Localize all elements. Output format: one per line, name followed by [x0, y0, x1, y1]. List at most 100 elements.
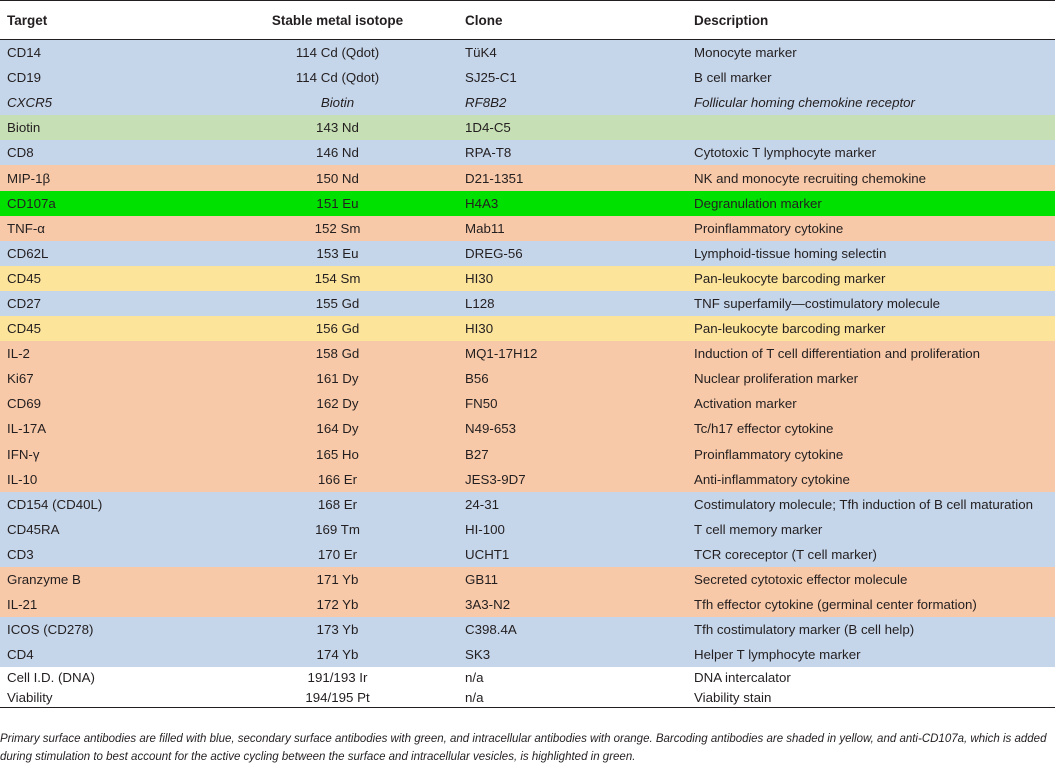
cell-target: IL-10: [0, 466, 217, 492]
cell-clone: FN50: [458, 391, 687, 417]
table-row: CD107a 151 Eu H4A3 Degranulation marker: [0, 190, 1055, 216]
cell-clone: C398.4A: [458, 617, 687, 643]
cell-target: Cell I.D. (DNA): [0, 667, 217, 688]
cell-description: TNF superfamily—costimulatory molecule: [687, 290, 1055, 317]
cell-isotope: 143 Nd: [217, 115, 458, 141]
cell-target: CD14: [0, 39, 217, 66]
cell-description: Nuclear proliferation marker: [687, 366, 1055, 392]
table-row: CD4 174 Yb SK3 Helper T lymphocyte marker: [0, 642, 1055, 668]
table-row: CD27 155 Gd L128 TNF superfamily—costimulat…: [0, 290, 1055, 317]
cell-isotope: 168 Er: [217, 491, 458, 517]
cell-clone: RF8B2: [458, 90, 687, 116]
cell-description: [687, 115, 1055, 141]
cell-clone: DREG-56: [458, 240, 687, 266]
cell-target: TNF-α: [0, 215, 217, 241]
cell-description: Tfh costimulatory marker (B cell help): [687, 617, 1055, 643]
table-row: CD14 114 Cd (Qdot) TüK4 Monocyte marker: [0, 39, 1055, 66]
cell-target: Ki67: [0, 366, 217, 392]
table-header: Target Stable metal isotope Clone Descri…: [0, 0, 1055, 40]
document-page: Target Stable metal isotope Clone Descri…: [0, 0, 1055, 771]
cell-description: Costimulatory molecule; Tfh induction of…: [687, 491, 1055, 517]
cell-target: CD154 (CD40L): [0, 491, 217, 517]
table-row: ICOS (CD278) 173 Yb C398.4A Tfh costimulato…: [0, 617, 1055, 643]
header-row: Target Stable metal isotope Clone Descri…: [0, 0, 1055, 40]
cell-target: CD3: [0, 541, 217, 567]
cell-target: CD27: [0, 290, 217, 317]
cell-clone: SK3: [458, 642, 687, 668]
cell-target: CD45RA: [0, 516, 217, 542]
cell-clone: HI-100: [458, 516, 687, 542]
cell-target: CD45: [0, 265, 217, 291]
cell-description: Pan-leukocyte barcoding marker: [687, 265, 1055, 291]
table-row: CD45RA 169 Tm HI-100 T cell memory marker: [0, 516, 1055, 542]
table-row: Ki67 161 Dy B56 Nuclear proliferation marke…: [0, 366, 1055, 392]
cell-isotope: 114 Cd (Qdot): [217, 65, 458, 91]
cell-clone: MQ1-17H12: [458, 341, 687, 367]
cell-description: Tfh effector cytokine (germinal center f…: [687, 592, 1055, 618]
cell-isotope: 174 Yb: [217, 642, 458, 668]
cell-target: CD8: [0, 140, 217, 166]
cell-clone: HI30: [458, 265, 687, 291]
table-footnote: Primary surface antibodies are filled wi…: [0, 733, 1047, 763]
cell-clone: D21-1351: [458, 165, 687, 191]
cell-target: CD62L: [0, 240, 217, 266]
cell-description: Helper T lymphocyte marker: [687, 642, 1055, 668]
table-row: IL-2 158 Gd MQ1-17H12 Induction of T cell d…: [0, 341, 1055, 367]
cell-description: DNA intercalator: [687, 667, 1055, 688]
cell-clone: B56: [458, 366, 687, 392]
cell-target: CD4: [0, 642, 217, 668]
cell-description: Tc/h17 effector cytokine: [687, 416, 1055, 442]
table-body: CD14 114 Cd (Qdot) TüK4 Monocyte marker CD19…: [0, 39, 1055, 709]
cell-description: Secreted cytotoxic effector molecule: [687, 566, 1055, 593]
cell-clone: 1D4-C5: [458, 115, 687, 141]
cell-isotope: 194/195 Pt: [217, 687, 458, 709]
table-row: CD19 114 Cd (Qdot) SJ25-C1 B cell marker: [0, 65, 1055, 91]
cell-clone: n/a: [458, 667, 687, 688]
cell-clone: HI30: [458, 316, 687, 342]
table-row: Biotin 143 Nd 1D4-C5: [0, 115, 1055, 141]
cell-clone: 3A3-N2: [458, 592, 687, 618]
cell-target: Granzyme B: [0, 566, 217, 593]
cell-isotope: 161 Dy: [217, 366, 458, 392]
cell-description: Follicular homing chemokine receptor: [687, 90, 1055, 116]
cell-isotope: 150 Nd: [217, 165, 458, 191]
cell-target: IL-2: [0, 341, 217, 367]
cell-target: IL-21: [0, 592, 217, 618]
cell-clone: UCHT1: [458, 541, 687, 567]
cell-description: Proinflammatory cytokine: [687, 441, 1055, 467]
cell-isotope: 155 Gd: [217, 290, 458, 317]
cell-isotope: 158 Gd: [217, 341, 458, 367]
cell-clone: JES3-9D7: [458, 466, 687, 492]
cell-description: Induction of T cell differentiation and …: [687, 341, 1055, 367]
cell-isotope: 170 Er: [217, 541, 458, 567]
table-row: CD69 162 Dy FN50 Activation marker: [0, 391, 1055, 417]
cell-target: IL-17A: [0, 416, 217, 442]
cell-clone: TüK4: [458, 39, 687, 66]
cell-clone: L128: [458, 290, 687, 317]
header-description: Description: [687, 0, 1055, 40]
cell-clone: RPA-T8: [458, 140, 687, 166]
cell-description: Activation marker: [687, 391, 1055, 417]
cell-isotope: 171 Yb: [217, 566, 458, 593]
table-row: CD45 154 Sm HI30 Pan-leukocyte barcoding ma…: [0, 265, 1055, 291]
cell-isotope: 114 Cd (Qdot): [217, 39, 458, 66]
header-isotope: Stable metal isotope: [217, 0, 458, 40]
cell-isotope: 162 Dy: [217, 391, 458, 417]
cell-isotope: Biotin: [217, 90, 458, 116]
cell-isotope: 172 Yb: [217, 592, 458, 618]
table-row: CD3 170 Er UCHT1 TCR coreceptor (T cell mar…: [0, 541, 1055, 567]
cell-description: TCR coreceptor (T cell marker): [687, 541, 1055, 567]
header-target: Target: [0, 0, 217, 40]
cell-target: Biotin: [0, 115, 217, 141]
table-row: CD45 156 Gd HI30 Pan-leukocyte barcoding ma…: [0, 316, 1055, 342]
cell-target: Viability: [0, 687, 217, 709]
cell-description: Degranulation marker: [687, 190, 1055, 216]
table-row: Granzyme B 171 Yb GB11 Secreted cytotoxic e…: [0, 566, 1055, 593]
table-row: CD154 (CD40L) 168 Er 24-31 Costimulatory mo…: [0, 491, 1055, 517]
cell-description: Cytotoxic T lymphocyte marker: [687, 140, 1055, 166]
cell-isotope: 154 Sm: [217, 265, 458, 291]
table-row: IL-21 172 Yb 3A3-N2 Tfh effector cytokine (…: [0, 592, 1055, 618]
cell-description: Lymphoid-tissue homing selectin: [687, 240, 1055, 266]
table-row: Cell I.D. (DNA) 191/193 Ir n/a DNA intercal…: [0, 667, 1055, 688]
cell-description: Monocyte marker: [687, 39, 1055, 66]
